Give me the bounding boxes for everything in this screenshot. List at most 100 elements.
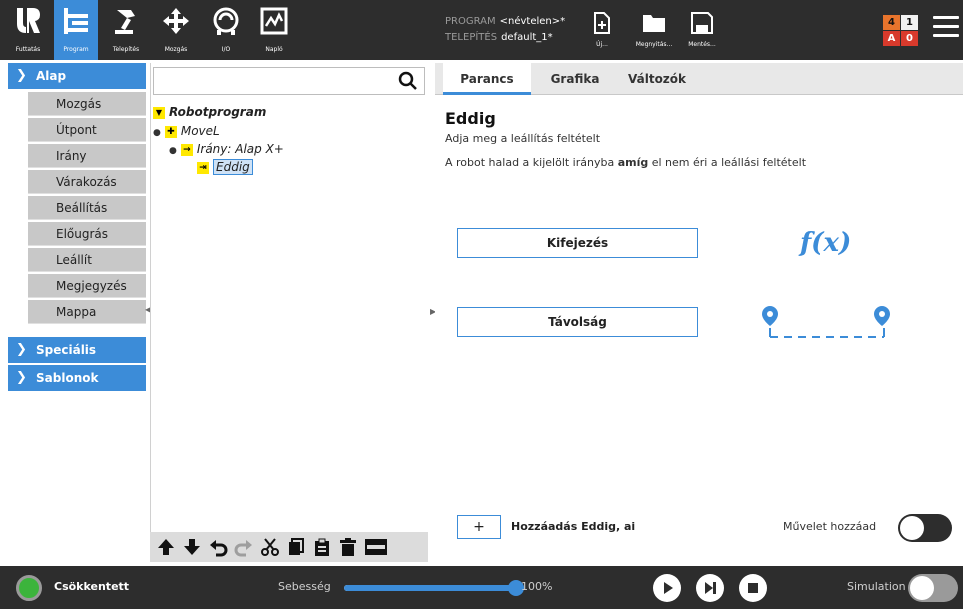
sidebar-item-label: Leállít — [56, 253, 92, 267]
stop-icon — [748, 583, 758, 593]
sidebar-item-label: Várakozás — [56, 175, 117, 189]
toggle-knob — [910, 576, 934, 600]
sidebar-item-waypoint[interactable]: Útpont — [28, 118, 146, 142]
tree-toolbar — [150, 532, 428, 562]
category-basic[interactable]: ❯ Alap — [8, 63, 146, 89]
counter-bottom-left: A — [883, 31, 900, 46]
distance-button[interactable]: Távolság — [457, 307, 698, 337]
category-templates-label: Sablonok — [36, 371, 99, 385]
sidebar-item-direction[interactable]: Irány — [28, 144, 146, 168]
sidebar-item-move[interactable]: Mozgás — [28, 92, 146, 116]
cut-icon[interactable] — [260, 537, 280, 557]
sidebar-item-comment[interactable]: Megjegyzés — [28, 274, 146, 298]
tab-variables[interactable]: Változók — [617, 63, 697, 95]
category-templates[interactable]: ❯ Sablonok — [8, 365, 146, 391]
node-detail-panel: Parancs Grafika Változók Eddig Adja meg … — [435, 63, 963, 562]
add-operation-label: Művelet hozzáad — [783, 520, 877, 533]
tab-program[interactable]: Program — [54, 0, 98, 60]
tab-installation[interactable]: Telepítés — [104, 4, 148, 60]
tree-node-direction[interactable]: ● → Irány: Alap X+ — [169, 142, 284, 156]
active-tab-indicator — [443, 92, 531, 95]
node-description: A robot halad a kijelölt irányba amíg el… — [445, 156, 806, 169]
command-sidebar: ❯ Alap Mozgás Útpont Irány Várakozás Beá… — [0, 63, 148, 562]
sidebar-item-halt[interactable]: Leállít — [28, 248, 146, 272]
tab-log[interactable]: Napló — [252, 4, 296, 60]
tab-move[interactable]: Mozgás — [154, 4, 198, 60]
tree-node-until-label: Eddig — [213, 159, 253, 175]
toggle-knob — [900, 516, 924, 540]
step-button[interactable] — [696, 574, 724, 602]
speed-slider[interactable] — [344, 580, 524, 596]
paste-icon[interactable] — [312, 537, 332, 557]
sidebar-item-folder[interactable]: Mappa — [28, 300, 146, 324]
tab-run[interactable]: Futtatás — [6, 4, 50, 60]
save-program-label: Mentés... — [688, 41, 716, 48]
desc-bold: amíg — [617, 156, 649, 169]
tree-search-input[interactable] — [153, 67, 425, 95]
sidebar-item-wait[interactable]: Várakozás — [28, 170, 146, 194]
delete-icon[interactable] — [338, 537, 358, 557]
robot-arm-icon — [115, 10, 135, 34]
save-icon — [691, 12, 713, 34]
power-button[interactable] — [16, 575, 42, 601]
counter-bottom-right: 0 — [901, 31, 918, 46]
sidebar-item-label: Mappa — [56, 305, 97, 319]
tree-node-movel[interactable]: ● ✚ MoveL — [153, 124, 220, 138]
category-advanced[interactable]: ❯ Speciális — [8, 337, 146, 363]
program-label: PROGRAM — [445, 16, 496, 27]
sidebar-item-set[interactable]: Beállítás — [28, 196, 146, 220]
copy-icon[interactable] — [286, 537, 306, 557]
page-subtitle: Adja meg a leállítás feltételt — [445, 132, 601, 145]
add-until-label: Hozzáadás Eddig, ai — [511, 520, 636, 533]
new-file-icon — [594, 12, 610, 34]
distance-icon — [762, 306, 890, 338]
save-program-button[interactable]: Mentés... — [684, 12, 720, 48]
sidebar-item-label: Beállítás — [56, 201, 108, 215]
tree-node-direction-label: Irány: Alap X+ — [196, 142, 284, 156]
tab-graphics[interactable]: Grafika — [539, 63, 611, 95]
hamburger-menu-icon[interactable] — [933, 16, 959, 42]
add-until-button[interactable]: + — [457, 515, 501, 539]
folder-icon — [643, 15, 665, 32]
simulation-label: Simulation — [847, 580, 906, 593]
search-icon[interactable] — [398, 71, 418, 91]
tab-run-label: Futtatás — [15, 46, 41, 53]
pin-icon: ● — [169, 146, 177, 156]
simulation-toggle[interactable] — [908, 574, 958, 602]
expression-button[interactable]: Kifejezés — [457, 228, 698, 258]
stop-button[interactable] — [739, 574, 767, 602]
tab-installation-label: Telepítés — [112, 46, 140, 53]
tab-command[interactable]: Parancs — [443, 63, 531, 95]
status-counter[interactable]: 4 1 A 0 — [883, 15, 919, 46]
speed-value: 100% — [521, 580, 553, 593]
open-program-label: Megnyitás... — [635, 41, 673, 48]
detail-tabs: Parancs Grafika Változók — [435, 63, 963, 95]
sidebar-item-label: Mozgás — [56, 97, 102, 111]
add-operation-toggle[interactable] — [898, 514, 952, 542]
sidebar-item-popup[interactable]: Előugrás — [28, 222, 146, 246]
tab-log-label: Napló — [265, 46, 283, 53]
play-button[interactable] — [653, 574, 681, 602]
log-icon — [260, 7, 288, 35]
redo-icon[interactable] — [234, 537, 254, 557]
undo-icon[interactable] — [208, 537, 228, 557]
direction-arrow-icon: → — [180, 143, 193, 156]
tree-node-until[interactable]: ⇥ Eddig — [197, 159, 253, 175]
new-program-button[interactable]: Új... — [588, 12, 616, 48]
sidebar-item-label: Irány — [56, 149, 87, 163]
move-down-icon[interactable] — [182, 537, 202, 557]
top-header: Futtatás Program Telepítés Mozgás I/O Na… — [0, 0, 963, 60]
desc-part: el nem éri a leállási feltételt — [648, 156, 807, 169]
tree-node-root[interactable]: ▼ Robotprogram — [153, 105, 266, 119]
until-node-icon: ⇥ — [197, 161, 209, 174]
status-footer: Csökkentett Sebesség 100% Simulation — [0, 566, 963, 609]
tree-node-movel-label: MoveL — [180, 124, 220, 138]
suppress-icon[interactable] — [364, 537, 388, 557]
program-info: PROGRAM <névtelen>* TELEPÍTÉS default_1* — [445, 14, 565, 46]
tab-program-label: Program — [63, 46, 89, 53]
sidebar-item-label: Előugrás — [56, 227, 109, 241]
move-up-icon[interactable] — [156, 537, 176, 557]
installation-label: TELEPÍTÉS — [445, 32, 498, 43]
open-program-button[interactable]: Megnyitás... — [632, 12, 676, 48]
tab-io[interactable]: I/O — [204, 4, 248, 60]
